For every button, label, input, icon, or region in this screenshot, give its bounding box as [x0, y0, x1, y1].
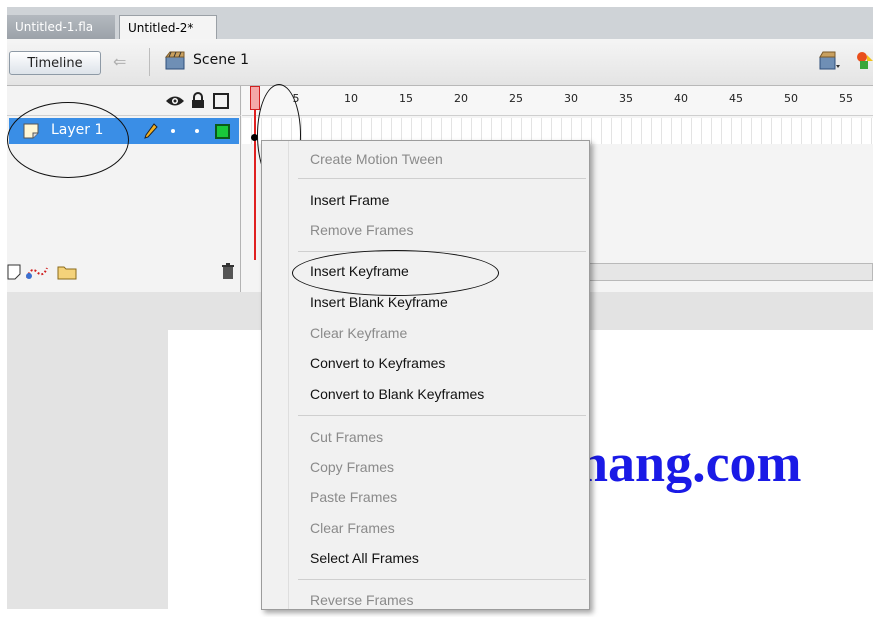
highlight-ring-insert-keyframe — [292, 250, 499, 296]
eye-icon[interactable] — [165, 94, 185, 108]
highlight-ring-layer — [7, 102, 129, 178]
document-tab-bar: Untitled-1.fla Untitled-2* — [7, 7, 873, 39]
back-arrow-icon[interactable]: ⇐ — [113, 52, 126, 71]
timeline-scrollbar[interactable] — [582, 263, 873, 281]
edit-scene-icon[interactable] — [819, 51, 841, 71]
ruler-tick-label: 50 — [784, 92, 798, 105]
playhead-line — [254, 110, 256, 260]
new-folder-icon[interactable] — [57, 263, 77, 280]
edit-bar: Timeline ⇐ Scene 1 — [7, 39, 873, 86]
stage-text[interactable]: hang.com — [578, 432, 802, 494]
menu-item-clear-keyframe[interactable]: Clear Keyframe — [310, 325, 407, 341]
scene-label[interactable]: Scene 1 — [193, 52, 249, 68]
ruler-tick-label: 40 — [674, 92, 688, 105]
frame-ruler[interactable]: 5 10 15 20 25 30 35 40 45 50 55 — [242, 86, 873, 116]
layer-toolbar — [7, 258, 241, 292]
edit-symbol-icon[interactable] — [855, 51, 873, 71]
outline-icon[interactable] — [213, 93, 229, 109]
lock-dot[interactable] — [195, 129, 199, 133]
new-layer-icon[interactable] — [7, 264, 21, 280]
menu-item-cut-frames[interactable]: Cut Frames — [310, 429, 383, 445]
timeline-button[interactable]: Timeline — [9, 51, 101, 75]
visibility-dot[interactable] — [171, 129, 175, 133]
menu-item-reverse-frames[interactable]: Reverse Frames — [310, 592, 413, 608]
ruler-tick-label: 20 — [454, 92, 468, 105]
ruler-tick-label: 15 — [399, 92, 413, 105]
menu-item-copy-frames[interactable]: Copy Frames — [310, 459, 394, 475]
ruler-tick-label: 10 — [344, 92, 358, 105]
menu-item-convert-to-blank-keyframes[interactable]: Convert to Blank Keyframes — [310, 386, 484, 402]
context-menu: Create Motion Tween Insert Frame Remove … — [261, 140, 590, 610]
menu-item-create-motion-tween[interactable]: Create Motion Tween — [310, 151, 443, 167]
ruler-tick-label: 25 — [509, 92, 523, 105]
menu-separator — [298, 178, 586, 179]
menu-separator — [298, 579, 586, 580]
menu-item-paste-frames[interactable]: Paste Frames — [310, 489, 397, 505]
menu-item-select-all-frames[interactable]: Select All Frames — [310, 550, 419, 566]
menu-separator — [298, 415, 586, 416]
pencil-icon — [144, 123, 158, 139]
tab-untitled-1[interactable]: Untitled-1.fla — [7, 15, 115, 39]
menu-item-convert-to-keyframes[interactable]: Convert to Keyframes — [310, 355, 445, 371]
motion-guide-icon[interactable] — [25, 264, 49, 280]
toolbar-divider — [149, 48, 150, 76]
menu-item-insert-frame[interactable]: Insert Frame — [310, 192, 389, 208]
menu-gutter — [288, 141, 289, 609]
ruler-tick-label: 45 — [729, 92, 743, 105]
lock-icon[interactable] — [191, 92, 205, 109]
outline-color-swatch[interactable] — [215, 124, 230, 139]
menu-item-insert-blank-keyframe[interactable]: Insert Blank Keyframe — [310, 294, 448, 310]
trash-icon[interactable] — [221, 263, 235, 280]
scene-icon — [165, 51, 185, 70]
tab-untitled-2[interactable]: Untitled-2* — [119, 15, 217, 39]
ruler-tick-label: 30 — [564, 92, 578, 105]
playhead[interactable] — [250, 86, 260, 110]
ruler-tick-label: 55 — [839, 92, 853, 105]
menu-item-clear-frames[interactable]: Clear Frames — [310, 520, 395, 536]
menu-item-remove-frames[interactable]: Remove Frames — [310, 222, 413, 238]
ruler-tick-label: 35 — [619, 92, 633, 105]
